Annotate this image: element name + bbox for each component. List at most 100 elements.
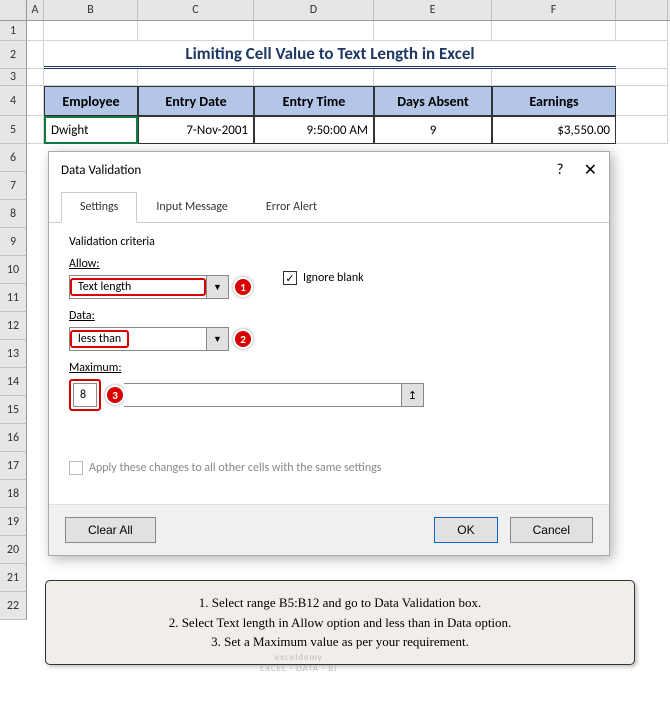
chevron-down-icon[interactable]: ▼ [206,328,228,350]
table-header-entrytime[interactable]: Entry Time [254,86,374,116]
col-header-g[interactable] [616,0,668,20]
row-header-3[interactable]: 3 [0,69,27,86]
instructions-box: 1. Select range B5:B12 and go to Data Va… [45,580,635,665]
validation-criteria-label: Validation criteria [69,235,589,249]
table-header-earnings[interactable]: Earnings [492,86,616,116]
ignore-blank-label: Ignore blank [303,271,364,285]
row-header-18[interactable]: 18 [0,480,27,508]
cell[interactable] [44,69,138,86]
cell[interactable] [27,69,44,86]
cancel-button[interactable]: Cancel [510,517,593,543]
row-header-16[interactable]: 16 [0,424,27,452]
cell[interactable] [492,69,616,86]
select-all-corner[interactable] [0,0,27,20]
instruction-line-1: 1. Select range B5:B12 and go to Data Va… [62,593,618,613]
cell[interactable] [616,21,668,41]
column-headers: A B C D E F [0,0,670,21]
cell-c5[interactable]: 7-Nov-2001 [138,116,254,144]
allow-dropdown[interactable]: Text length ▼ [69,275,229,299]
cell-b5[interactable]: Dwight [44,116,138,144]
ok-button[interactable]: OK [434,517,497,543]
cell[interactable] [492,21,616,41]
page-title: Limiting Cell Value to Text Length in Ex… [44,41,616,69]
cell-d5[interactable]: 9:50:00 AM [254,116,374,144]
cell[interactable] [616,69,668,86]
row-header-14[interactable]: 14 [0,368,27,396]
cell[interactable] [27,41,44,69]
row-header-6[interactable]: 6 [0,144,27,172]
cell[interactable] [27,116,44,144]
row-header-12[interactable]: 12 [0,312,27,340]
watermark: exceldemy EXCEL · DATA · BI [260,652,337,674]
badge-1: 1 [233,277,253,297]
dialog-tabs: Settings Input Message Error Alert [49,192,609,223]
cell[interactable] [254,21,374,41]
row-header-4[interactable]: 4 [0,86,27,116]
table-header-entrydate[interactable]: Entry Date [138,86,254,116]
col-header-b[interactable]: B [44,0,138,20]
data-validation-dialog: Data Validation ? ✕ Settings Input Messa… [48,151,610,556]
apply-all-label: Apply these changes to all other cells w… [89,461,381,475]
allow-label: Allow: [69,257,253,271]
col-header-d[interactable]: D [254,0,374,20]
help-icon[interactable]: ? [557,161,564,179]
row-header-17[interactable]: 17 [0,452,27,480]
row-header-15[interactable]: 15 [0,396,27,424]
instruction-line-3: 3. Set a Maximum value as per your requi… [62,632,618,652]
row-header-7[interactable]: 7 [0,172,27,200]
row-header-10[interactable]: 10 [0,256,27,284]
badge-2: 2 [233,329,253,349]
maximum-input-ext[interactable]: ↥ [124,383,424,407]
cell[interactable] [254,69,374,86]
ignore-blank-checkbox[interactable]: ✓ [283,271,297,285]
cell[interactable] [27,21,44,41]
cell[interactable] [616,116,668,144]
cell[interactable] [616,41,668,69]
row-header-20[interactable]: 20 [0,536,27,564]
chevron-down-icon[interactable]: ▼ [206,276,228,298]
cell[interactable] [138,21,254,41]
col-header-c[interactable]: C [138,0,254,20]
row-header-13[interactable]: 13 [0,340,27,368]
tab-settings[interactable]: Settings [61,192,137,223]
close-icon[interactable]: ✕ [584,160,597,180]
col-header-e[interactable]: E [374,0,492,20]
cell-e5[interactable]: 9 [374,116,492,144]
cell[interactable] [374,21,492,41]
allow-value: Text length [70,278,206,296]
row-header-11[interactable]: 11 [0,284,27,312]
dialog-title-text: Data Validation [61,163,141,178]
row-header-19[interactable]: 19 [0,508,27,536]
badge-3: 3 [105,385,125,405]
data-label: Data: [69,309,589,323]
tab-error-alert[interactable]: Error Alert [247,192,336,222]
row-header-22[interactable]: 22 [0,592,27,620]
data-dropdown[interactable]: less than ▼ [69,327,229,351]
data-value: less than [70,330,129,348]
row-header-8[interactable]: 8 [0,200,27,228]
instruction-line-2: 2. Select Text length in Allow option an… [62,613,618,633]
col-header-f[interactable]: F [492,0,616,20]
row-header-1[interactable]: 1 [0,21,27,41]
table-header-daysabsent[interactable]: Days Absent [374,86,492,116]
tab-input-message[interactable]: Input Message [137,192,247,222]
cell[interactable] [616,86,668,116]
row-header-21[interactable]: 21 [0,564,27,592]
row-headers: 1 2 3 4 5 6 7 8 9 10 11 12 13 14 15 16 1… [0,21,27,620]
range-picker-icon[interactable]: ↥ [401,384,423,406]
cell[interactable] [27,86,44,116]
cell[interactable] [374,69,492,86]
col-header-a[interactable]: A [27,0,44,20]
row-header-2[interactable]: 2 [0,41,27,69]
maximum-input[interactable]: 8 [73,383,97,407]
cell[interactable] [44,21,138,41]
cell-f5[interactable]: $3,550.00 [492,116,616,144]
maximum-label: Maximum: [69,361,589,375]
dialog-titlebar[interactable]: Data Validation ? ✕ [49,152,609,188]
row-header-5[interactable]: 5 [0,116,27,144]
clear-all-button[interactable]: Clear All [65,517,156,543]
row-header-9[interactable]: 9 [0,228,27,256]
table-header-employee[interactable]: Employee [44,86,138,116]
cell[interactable] [138,69,254,86]
apply-all-checkbox [69,461,83,475]
